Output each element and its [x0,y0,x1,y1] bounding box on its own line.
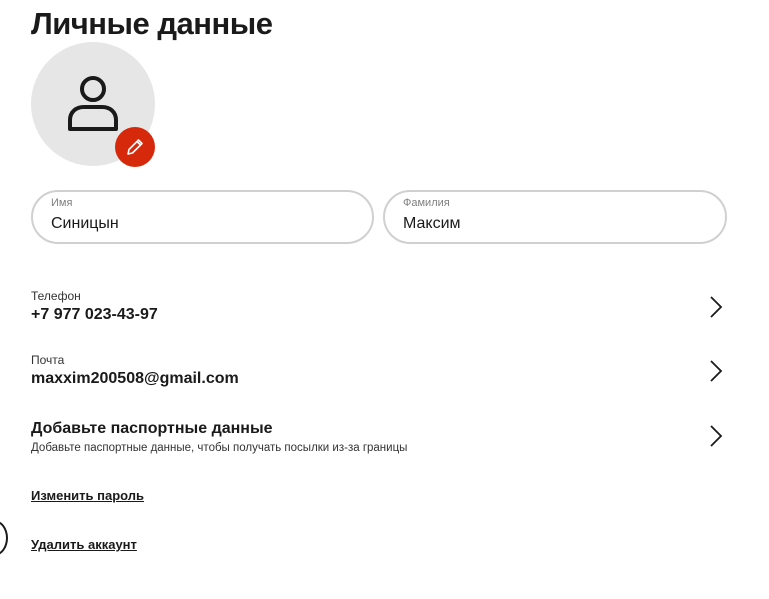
last-name-field[interactable]: Фамилия [383,190,727,244]
chevron-right-icon [710,425,723,447]
first-name-label: Имя [51,197,73,209]
side-circle-button[interactable] [0,520,8,556]
phone-row[interactable]: Телефон +7 977 023-43-97 [31,289,731,325]
first-name-field[interactable]: Имя [31,190,374,244]
last-name-input[interactable] [403,215,703,233]
phone-label: Телефон [31,289,81,303]
change-password-link[interactable]: Изменить пароль [31,488,144,503]
first-name-input[interactable] [51,215,351,233]
passport-title: Добавьте паспортные данные [31,420,273,437]
personal-data-page: Личные данные Имя Фамилия Телефон +7 977… [0,0,769,599]
email-value: maxxim200508@gmail.com [31,370,239,387]
user-icon [68,76,118,131]
pencil-icon [127,139,143,155]
page-title: Личные данные [31,6,273,41]
delete-account-link[interactable]: Удалить аккаунт [31,537,137,552]
passport-subtitle: Добавьте паспортные данные, чтобы получа… [31,442,408,454]
email-row[interactable]: Почта maxxim200508@gmail.com [31,353,731,389]
phone-value: +7 977 023-43-97 [31,306,158,323]
email-label: Почта [31,353,65,367]
last-name-label: Фамилия [403,197,450,209]
edit-avatar-button[interactable] [115,127,155,167]
chevron-right-icon [710,296,723,318]
passport-row[interactable]: Добавьте паспортные данные Добавьте пасп… [31,419,731,455]
chevron-right-icon [710,360,723,382]
